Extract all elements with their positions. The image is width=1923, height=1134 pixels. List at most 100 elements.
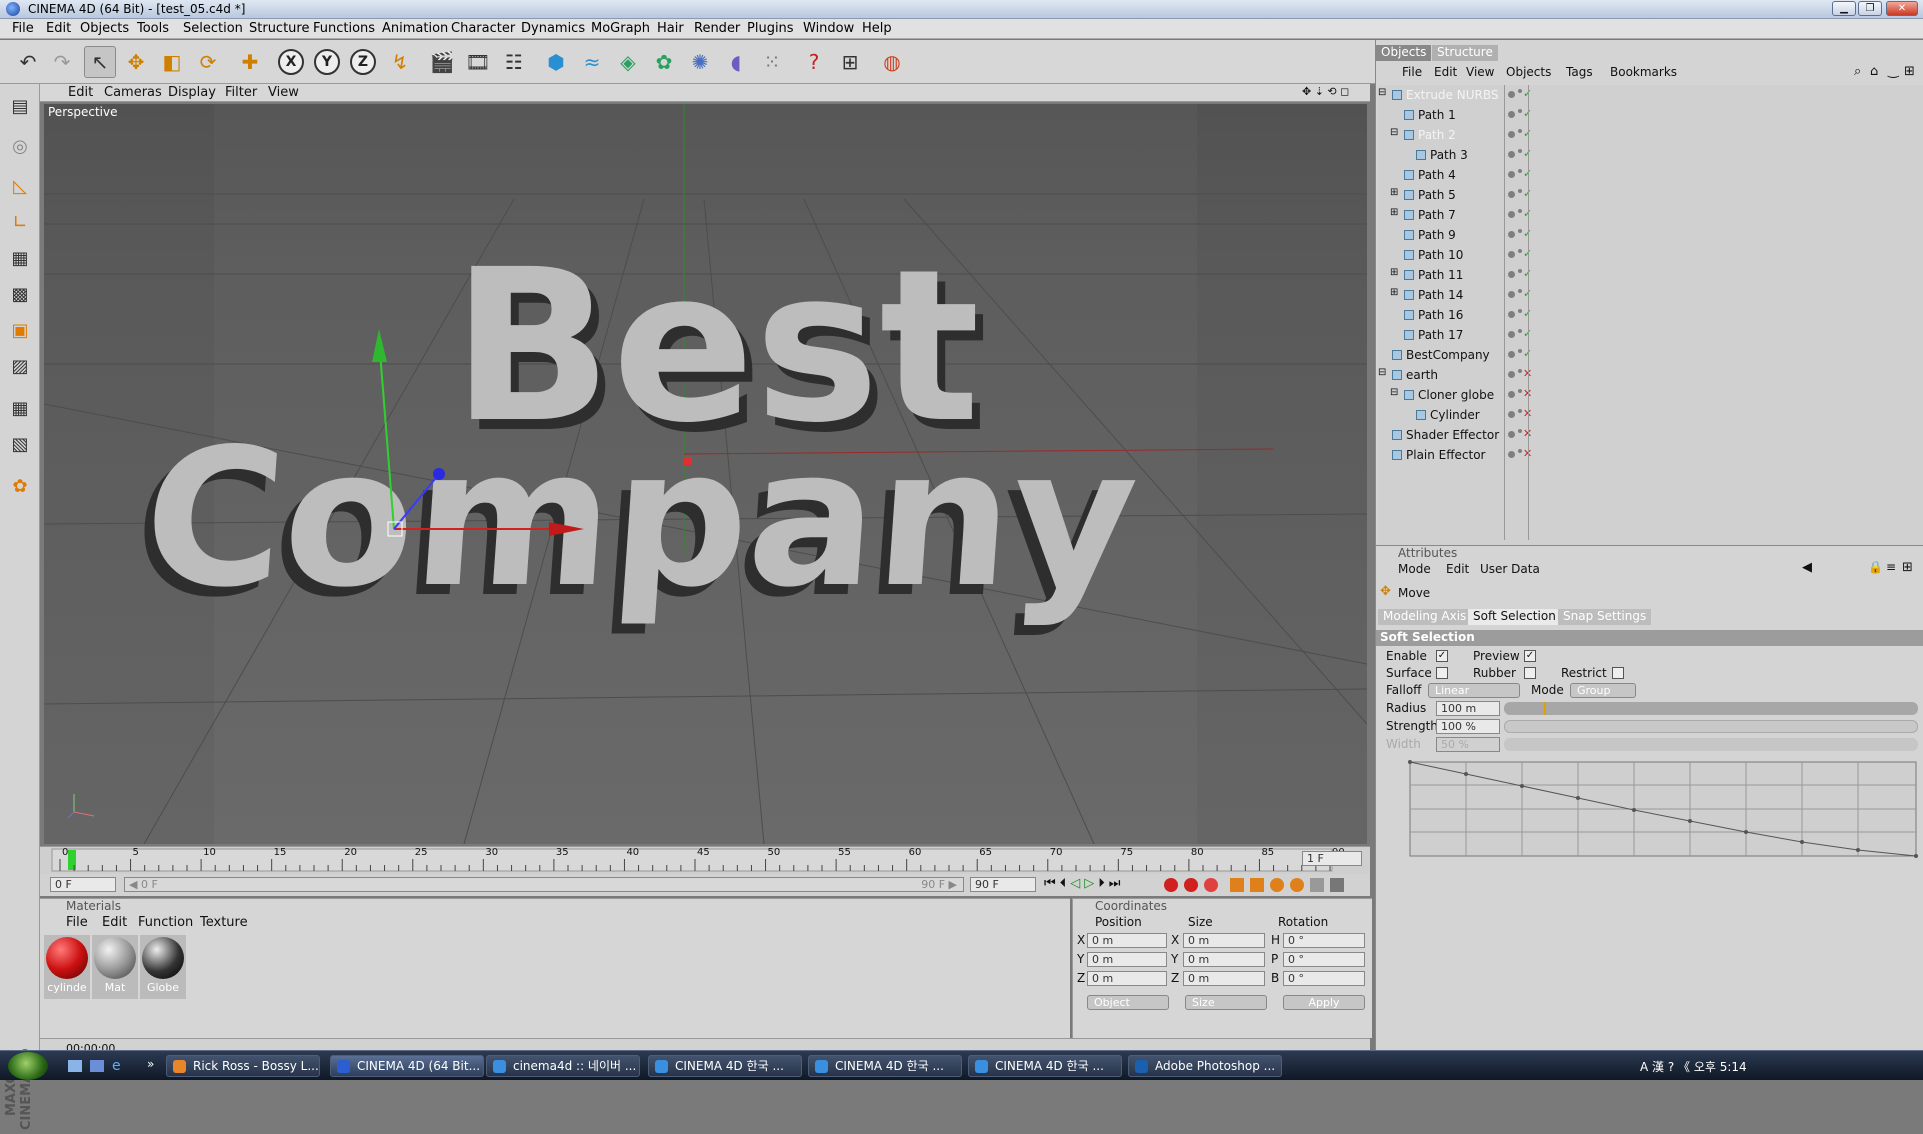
scale-key-icon[interactable]: [1250, 878, 1264, 892]
undo-icon[interactable]: ↶: [12, 46, 44, 78]
render-visibility-dot[interactable]: [1518, 449, 1522, 453]
render-view-icon[interactable]: 🎬: [426, 46, 458, 78]
editor-visibility-dot[interactable]: [1508, 451, 1515, 458]
object-row[interactable]: Cylinder✕: [1378, 405, 1923, 425]
z-axis-lock[interactable]: Z: [350, 49, 376, 75]
prev-key-icon[interactable]: ⏴: [1060, 876, 1067, 891]
viewport-menu-cameras[interactable]: Cameras: [104, 85, 162, 100]
objects-menu-bookmarks[interactable]: Bookmarks: [1610, 65, 1677, 79]
render-visibility-dot[interactable]: [1518, 369, 1522, 373]
next-key-icon[interactable]: ⏵: [1098, 876, 1105, 891]
object-row[interactable]: Path 3✓: [1378, 145, 1923, 165]
tweak-mode-icon[interactable]: ▦: [4, 392, 36, 424]
render-settings-icon[interactable]: ☷: [498, 46, 530, 78]
menu-tools[interactable]: Tools: [137, 21, 169, 36]
preview-checkbox[interactable]: ✓: [1524, 650, 1536, 662]
snap-icon[interactable]: ✿: [4, 470, 36, 502]
position-key-icon[interactable]: [1230, 878, 1244, 892]
objects-menu-objects[interactable]: Objects: [1506, 65, 1551, 79]
render-visibility-dot[interactable]: [1518, 269, 1522, 273]
quicklaunch-overflow-icon[interactable]: »: [147, 1057, 154, 1071]
settings-icon[interactable]: ≡: [1886, 560, 1896, 574]
attributes-menu-edit[interactable]: Edit: [1446, 562, 1469, 576]
rotation-key-icon[interactable]: [1270, 878, 1284, 892]
object-row[interactable]: Path 4✓: [1378, 165, 1923, 185]
viewport-menu-display[interactable]: Display: [168, 85, 216, 100]
timeline-icon[interactable]: ⊞: [834, 46, 866, 78]
new-attribute-panel-icon[interactable]: ⊞: [1902, 560, 1913, 575]
render-visibility-dot[interactable]: [1518, 109, 1522, 113]
object-row[interactable]: ⊞Path 7✓: [1378, 205, 1923, 225]
home-icon[interactable]: ⌂: [1870, 64, 1878, 79]
objects-menu-edit[interactable]: Edit: [1434, 65, 1457, 79]
size-y-field[interactable]: 0 m: [1183, 952, 1265, 967]
menu-character[interactable]: Character: [451, 21, 515, 36]
axis-mode-icon[interactable]: ▣: [4, 314, 36, 346]
search-icon[interactable]: ⌕: [1854, 64, 1861, 79]
attributes-menu-user-data[interactable]: User Data: [1480, 562, 1540, 576]
coordinate-system-icon[interactable]: ↯: [384, 46, 416, 78]
show-desktop-icon[interactable]: [68, 1060, 82, 1072]
falloff-curve-graph[interactable]: [1400, 758, 1920, 862]
maximize-button[interactable]: ❐: [1858, 1, 1882, 16]
objects-menu-file[interactable]: File: [1402, 65, 1422, 79]
start-button[interactable]: [8, 1052, 48, 1080]
mode-dropdown[interactable]: Group: [1570, 683, 1636, 698]
scheme-icon[interactable]: [1330, 878, 1344, 892]
scene-object-icon[interactable]: ◖: [720, 46, 752, 78]
menu-mograph[interactable]: MoGraph: [591, 21, 650, 36]
point-level-icon[interactable]: [1310, 878, 1324, 892]
polygons-mode-icon[interactable]: ▦: [4, 242, 36, 274]
editor-visibility-dot[interactable]: [1508, 231, 1515, 238]
object-row[interactable]: Path 10✓: [1378, 245, 1923, 265]
render-picture-viewer-icon[interactable]: 🎞: [462, 46, 494, 78]
menu-dynamics[interactable]: Dynamics: [521, 21, 585, 36]
editor-visibility-dot[interactable]: [1508, 431, 1515, 438]
render-visibility-dot[interactable]: [1518, 329, 1522, 333]
autokey-icon[interactable]: [1184, 878, 1198, 892]
editor-visibility-dot[interactable]: [1508, 331, 1515, 338]
start-frame-field[interactable]: 0 F: [50, 877, 116, 892]
help-icon[interactable]: ?: [798, 46, 830, 78]
workplane-icon[interactable]: ▧: [4, 428, 36, 460]
expand-toggle-icon[interactable]: ⊞: [1390, 287, 1398, 298]
deformer-icon[interactable]: ✺: [684, 46, 716, 78]
expand-toggle-icon[interactable]: ⊞: [1390, 187, 1398, 198]
rotation-b-field[interactable]: 0 °: [1283, 971, 1365, 986]
render-visibility-dot[interactable]: [1518, 249, 1522, 253]
materials-menu-edit[interactable]: Edit: [102, 915, 127, 930]
width-field[interactable]: 50 %: [1436, 737, 1500, 752]
position-z-field[interactable]: 0 m: [1087, 971, 1167, 986]
menu-hair[interactable]: Hair: [657, 21, 684, 36]
expand-toggle-icon[interactable]: ⊟: [1390, 387, 1398, 398]
preview-range-slider[interactable]: ◀ 0 F 90 F ▶: [124, 877, 964, 892]
render-visibility-dot[interactable]: [1518, 129, 1522, 133]
viewport-menu-view[interactable]: View: [268, 85, 299, 100]
editor-visibility-dot[interactable]: [1508, 211, 1515, 218]
editor-visibility-dot[interactable]: [1508, 131, 1515, 138]
surface-checkbox[interactable]: [1436, 667, 1448, 679]
internet-explorer-icon[interactable]: e: [112, 1058, 126, 1074]
move-tool-icon[interactable]: ✥: [120, 46, 152, 78]
position-x-field[interactable]: 0 m: [1087, 933, 1167, 948]
model-tool-icon[interactable]: ✚: [234, 46, 266, 78]
menu-animation[interactable]: Animation: [382, 21, 448, 36]
spline-icon[interactable]: ≈: [576, 46, 608, 78]
play-forward-icon[interactable]: ▷: [1084, 876, 1094, 891]
position-y-field[interactable]: 0 m: [1087, 952, 1167, 967]
size-x-field[interactable]: 0 m: [1183, 933, 1265, 948]
particles-icon[interactable]: ⁙: [756, 46, 788, 78]
use-object-mode-icon[interactable]: ◎: [4, 130, 36, 162]
object-row[interactable]: Plain Effector✕: [1378, 445, 1923, 465]
coordinate-mode-dropdown[interactable]: Object: [1087, 995, 1169, 1010]
rubber-checkbox[interactable]: [1524, 667, 1536, 679]
tab-snap-settings[interactable]: Snap Settings: [1558, 609, 1652, 625]
material-swatch-mat[interactable]: Mat: [92, 935, 138, 999]
expand-toggle-icon[interactable]: ⊞: [1390, 267, 1398, 278]
materials-menu-file[interactable]: File: [66, 915, 88, 930]
expand-toggle-icon[interactable]: ⊟: [1378, 87, 1386, 98]
play-backward-icon[interactable]: ◁: [1070, 876, 1080, 891]
strength-slider[interactable]: [1504, 720, 1918, 733]
editor-visibility-dot[interactable]: [1508, 251, 1515, 258]
taskbar-item[interactable]: CINEMA 4D 한국 ...: [648, 1055, 802, 1077]
